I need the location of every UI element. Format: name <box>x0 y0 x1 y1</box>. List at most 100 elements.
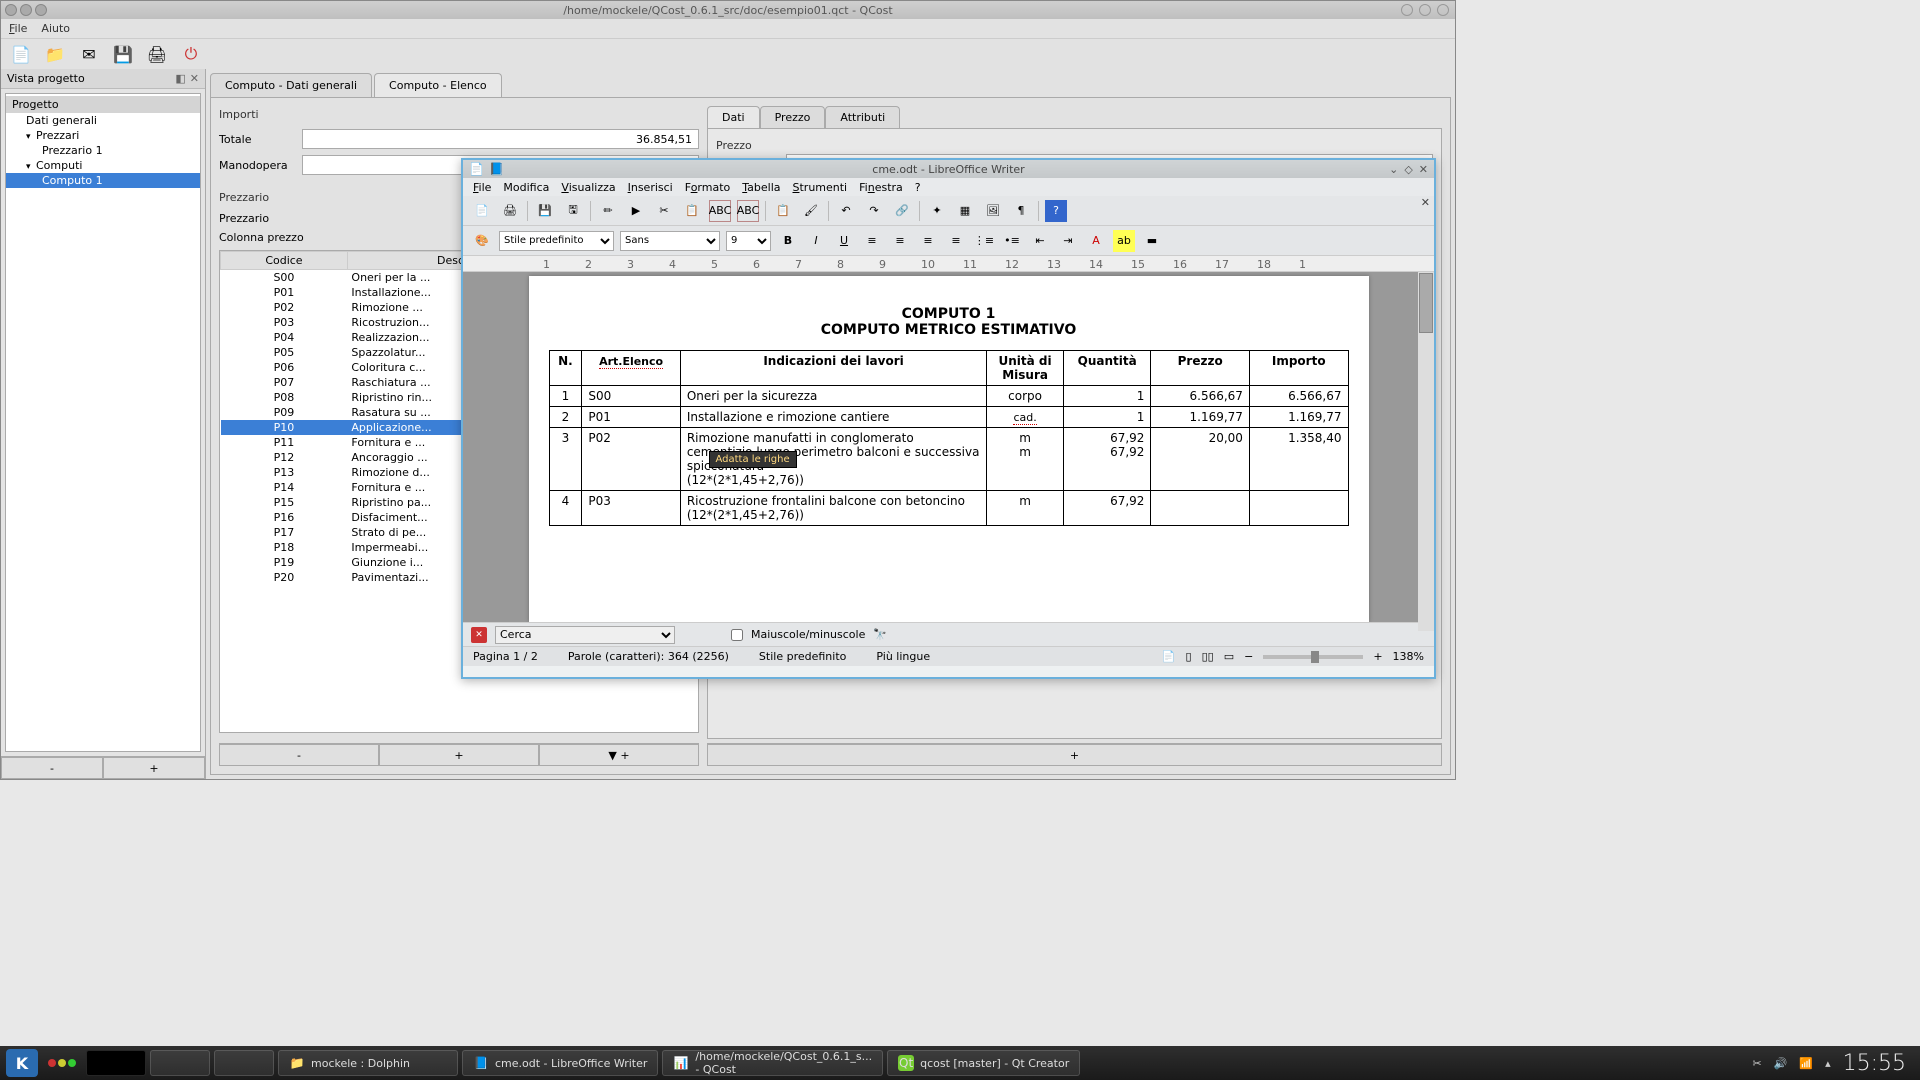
task-qtcreator[interactable]: Qtqcost [master] - Qt Creator <box>887 1050 1080 1076</box>
zoom-out-icon[interactable]: − <box>1244 650 1253 663</box>
save2-icon[interactable]: 💾 <box>534 200 556 222</box>
bold-icon[interactable]: B <box>777 230 799 252</box>
help-icon[interactable]: ? <box>1045 200 1067 222</box>
status-page[interactable]: Pagina 1 / 2 <box>473 650 538 663</box>
lo-document-area[interactable]: COMPUTO 1 COMPUTO METRICO ESTIMATIVO N. … <box>463 272 1434 622</box>
tree-root[interactable]: Progetto <box>6 96 200 113</box>
lo-menu-formato[interactable]: Formato <box>685 181 731 194</box>
tray-expand-icon[interactable]: ▴ <box>1825 1057 1831 1070</box>
navigator-icon[interactable]: ✦ <box>926 200 948 222</box>
tree-computo1[interactable]: Computo 1 <box>6 173 200 188</box>
align-justify-icon[interactable]: ≡ <box>945 230 967 252</box>
project-tree[interactable]: Progetto Dati generali ▾Prezzari Prezzar… <box>5 93 201 752</box>
max-icon[interactable] <box>1419 4 1431 16</box>
find-case-checkbox[interactable] <box>731 629 743 641</box>
zoom-slider[interactable] <box>1263 655 1363 659</box>
view-book-icon[interactable]: ▭ <box>1224 650 1234 663</box>
highlight-icon[interactable]: ab <box>1113 230 1135 252</box>
print-icon[interactable]: 🖨 <box>145 42 169 66</box>
list-add-button[interactable]: + <box>379 744 539 766</box>
table-icon[interactable]: ▦ <box>954 200 976 222</box>
status-style[interactable]: Stile predefinito <box>759 650 846 663</box>
tab-dati-generali[interactable]: Computo - Dati generali <box>210 73 372 97</box>
clipboard-tray-icon[interactable]: ✂ <box>1752 1057 1761 1070</box>
lo-vscrollbar[interactable] <box>1418 272 1434 631</box>
spellcheck-icon[interactable]: ABC <box>709 200 731 222</box>
lo-ruler[interactable]: 1234567891011121314151617181 <box>463 256 1434 272</box>
clock[interactable]: 15:55 <box>1843 1051 1906 1076</box>
new-doc-icon[interactable]: 📄 <box>471 200 493 222</box>
tab-attributi[interactable]: Attributi <box>825 106 900 128</box>
lo-menu-finestra[interactable]: Finestra <box>859 181 903 194</box>
minimize-icon[interactable] <box>20 4 32 16</box>
task-dolphin[interactable]: 📁mockele : Dolphin <box>278 1050 458 1076</box>
lo-close-icon[interactable]: ✕ <box>1419 163 1428 176</box>
menu-file[interactable]: File <box>9 22 27 35</box>
tree-dati[interactable]: Dati generali <box>6 113 200 128</box>
italic-icon[interactable]: I <box>805 230 827 252</box>
gallery-icon[interactable]: 🖼 <box>982 200 1004 222</box>
lo-menu-tabella[interactable]: Tabella <box>742 181 780 194</box>
copy-icon[interactable]: 📋 <box>681 200 703 222</box>
list-remove-button[interactable]: - <box>219 744 379 766</box>
paragraph-style-select[interactable]: Stile predefinito <box>499 231 614 251</box>
mail-icon[interactable]: ✉ <box>77 42 101 66</box>
tree-remove-button[interactable]: - <box>1 757 103 779</box>
tab-dati[interactable]: Dati <box>707 106 760 128</box>
list-insert-button[interactable]: ▼ + <box>539 744 699 766</box>
font-select[interactable]: Sans <box>620 231 720 251</box>
panel-close-icon[interactable]: ✕ <box>190 72 199 85</box>
indent-inc-icon[interactable]: ⇥ <box>1057 230 1079 252</box>
find-input[interactable]: Cerca <box>495 626 675 644</box>
close-icon[interactable] <box>5 4 17 16</box>
open-folder-icon[interactable]: 📁 <box>43 42 67 66</box>
tree-computi[interactable]: ▾Computi <box>6 158 200 173</box>
format-brush-icon[interactable]: 🖌 <box>800 200 822 222</box>
zoom-value[interactable]: 138% <box>1393 650 1424 663</box>
lo-menu-visualizza[interactable]: Visualizza <box>561 181 615 194</box>
zoom-in-icon[interactable]: + <box>1373 650 1382 663</box>
tree-add-button[interactable]: + <box>103 757 205 779</box>
save-icon[interactable]: 💾 <box>111 42 135 66</box>
lo-max-icon[interactable]: ◇ <box>1404 163 1412 176</box>
activity-lights[interactable] <box>48 1059 76 1067</box>
exit-icon[interactable]: ⏻ <box>179 42 203 66</box>
view-multi-icon[interactable]: ▯▯ <box>1202 650 1214 663</box>
cut-icon[interactable]: ✂ <box>653 200 675 222</box>
print2-icon[interactable]: 🖨 <box>499 200 521 222</box>
status-words[interactable]: Parole (caratteri): 364 (2256) <box>568 650 729 663</box>
tree-prezzario1[interactable]: Prezzario 1 <box>6 143 200 158</box>
redo-icon[interactable]: ↷ <box>863 200 885 222</box>
status-insert-icon[interactable]: 📄 <box>1162 650 1176 663</box>
align-center-icon[interactable]: ≡ <box>889 230 911 252</box>
lo-menu-strumenti[interactable]: Strumenti <box>793 181 848 194</box>
tab-prezzo[interactable]: Prezzo <box>760 106 826 128</box>
font-color-icon[interactable]: A <box>1085 230 1107 252</box>
underline-icon[interactable]: U <box>833 230 855 252</box>
network-tray-icon[interactable]: 📶 <box>1799 1057 1813 1070</box>
lo-menu-file[interactable]: File <box>473 181 491 194</box>
indent-dec-icon[interactable]: ⇤ <box>1029 230 1051 252</box>
save-all-icon[interactable]: 🖫 <box>562 200 584 222</box>
tree-prezzari[interactable]: ▾Prezzari <box>6 128 200 143</box>
lo-menu-help[interactable]: ? <box>915 181 921 194</box>
nonprint-icon[interactable]: ¶ <box>1010 200 1032 222</box>
lo-doc-close-icon[interactable]: ✕ <box>1421 196 1430 209</box>
autospell-icon[interactable]: ABC <box>737 200 759 222</box>
view-single-icon[interactable]: ▯ <box>1186 650 1192 663</box>
play-icon[interactable]: ▶ <box>625 200 647 222</box>
close2-icon[interactable] <box>1437 4 1449 16</box>
find-close-icon[interactable]: ✕ <box>471 627 487 643</box>
task-writer[interactable]: 📘cme.odt - LibreOffice Writer <box>462 1050 658 1076</box>
undo-icon[interactable]: ↶ <box>835 200 857 222</box>
lo-menu-inserisci[interactable]: Inserisci <box>628 181 673 194</box>
volume-tray-icon[interactable]: 🔊 <box>1774 1057 1788 1070</box>
min-icon[interactable] <box>1401 4 1413 16</box>
detach-icon[interactable]: ◧ <box>175 72 185 85</box>
paste-icon[interactable]: 📋 <box>772 200 794 222</box>
new-file-icon[interactable]: 📄 <box>9 42 33 66</box>
pager[interactable] <box>86 1050 146 1076</box>
find-binoculars-icon[interactable]: 🔭 <box>873 628 887 641</box>
align-right-icon[interactable]: ≡ <box>917 230 939 252</box>
totale-field[interactable] <box>302 129 699 149</box>
